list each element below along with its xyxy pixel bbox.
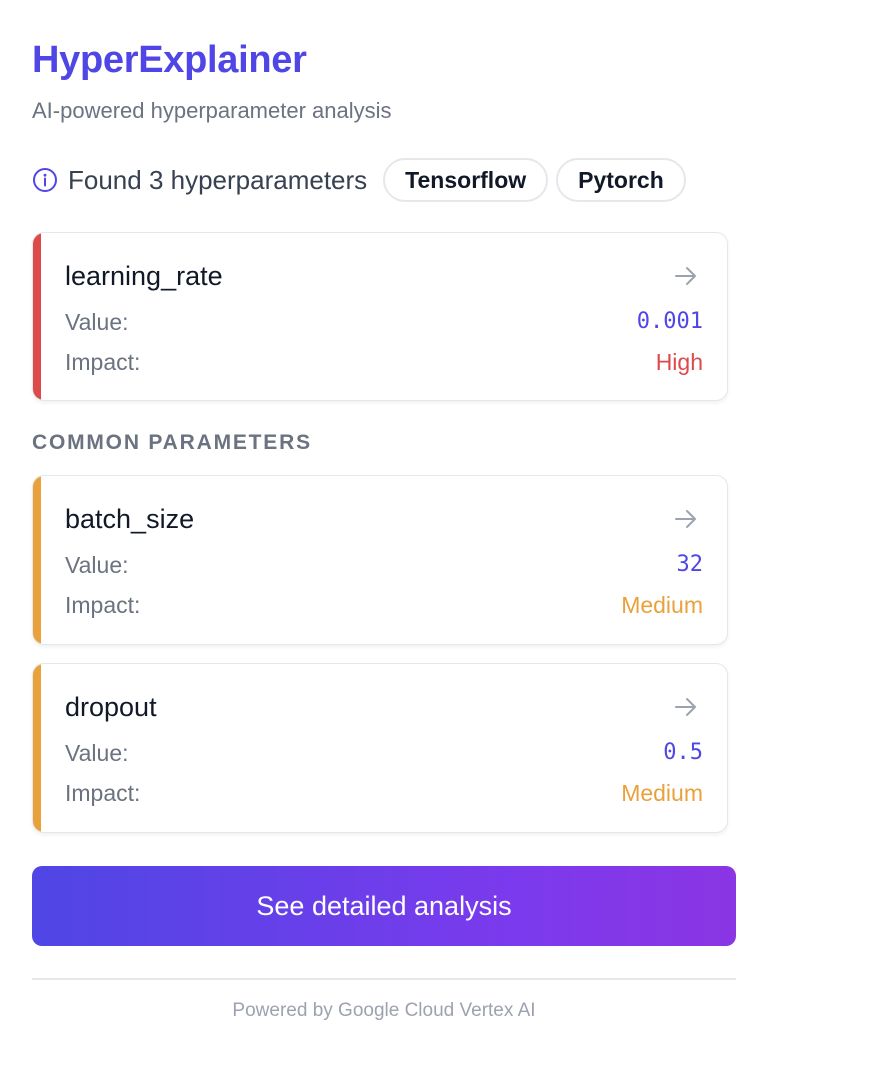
common-parameters-heading: COMMON PARAMETERS [32,431,312,454]
impact-label: Impact: [65,592,141,618]
info-circle-icon [32,167,58,193]
parameter-name: dropout [65,692,157,722]
parameter-card-dropout[interactable]: dropout Value: 0.5 Impact: Medium [32,663,728,833]
arrow-right-icon[interactable] [673,506,699,532]
footer-text: Powered by Google Cloud Vertex AI [232,1000,536,1021]
parameter-value: 0.001 [636,309,703,334]
arrow-right-icon[interactable] [673,694,699,720]
app-title: HyperExplainer [32,39,307,81]
framework-chip-pytorch[interactable]: Pytorch [556,158,686,202]
impact-value: Medium [621,592,703,618]
footer-divider [32,978,736,980]
parameter-value: 32 [676,552,704,577]
impact-accent-bar [33,233,41,400]
impact-value: Medium [621,780,703,806]
found-count-text: Found 3 hyperparameters [68,164,368,195]
impact-label: Impact: [65,780,141,806]
parameter-card-learning-rate[interactable]: learning_rate Value: 0.001 Impact: High [32,232,728,401]
app-subtitle: AI-powered hyperparameter analysis [32,98,392,123]
parameter-name: learning_rate [65,261,223,291]
value-label: Value: [65,309,129,335]
framework-chip-tensorflow[interactable]: Tensorflow [383,158,549,202]
see-detailed-analysis-button[interactable]: See detailed analysis [32,866,736,946]
impact-accent-bar [33,664,41,832]
arrow-right-icon[interactable] [673,263,699,289]
impact-accent-bar [33,476,41,644]
parameter-name: batch_size [65,504,195,534]
value-label: Value: [65,740,129,766]
parameter-value: 0.5 [663,740,703,765]
impact-label: Impact: [65,349,141,375]
parameter-card-batch-size[interactable]: batch_size Value: 32 Impact: Medium [32,475,728,645]
impact-value: High [655,349,703,375]
summary-row: Found 3 hyperparameters Tensorflow Pytor… [32,158,752,202]
value-label: Value: [65,552,129,578]
